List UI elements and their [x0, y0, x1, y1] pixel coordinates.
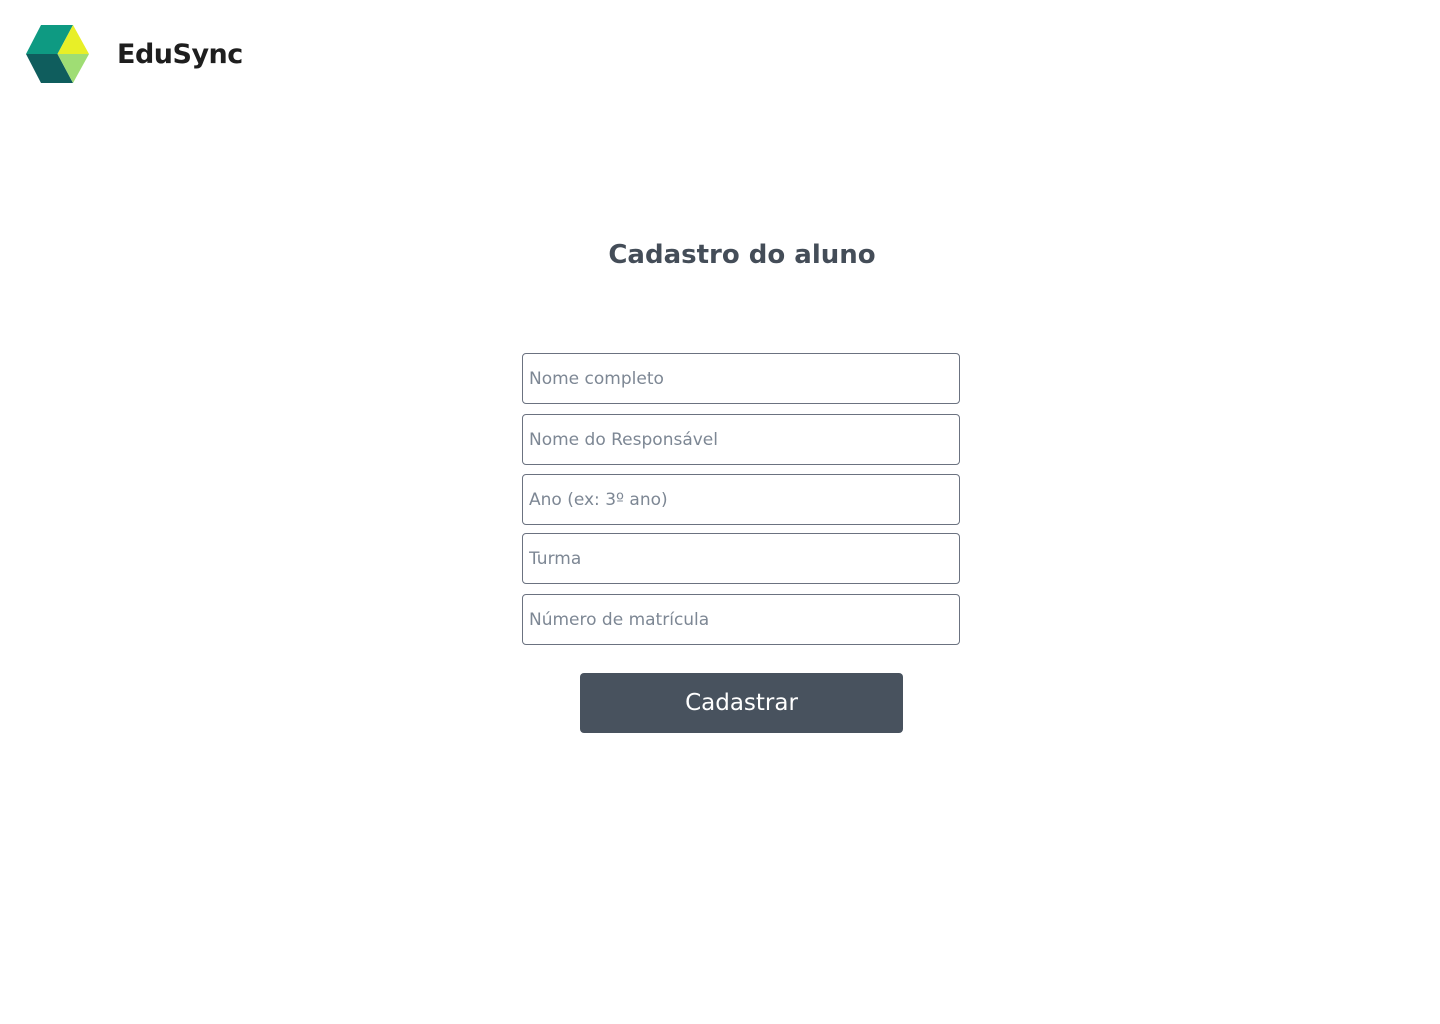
hexagon-cube-icon: [26, 25, 89, 83]
app-header: EduSync: [26, 25, 243, 83]
app-root: EduSync Cadastro do aluno Cadastrar: [0, 0, 1440, 1024]
class-input[interactable]: [522, 533, 960, 584]
school-year-input[interactable]: [522, 474, 960, 525]
register-button[interactable]: Cadastrar: [580, 673, 903, 733]
enrollment-number-input[interactable]: [522, 594, 960, 645]
page-title: Cadastro do aluno: [608, 240, 876, 270]
full-name-input[interactable]: [522, 353, 960, 404]
guardian-name-input[interactable]: [522, 414, 960, 465]
brand-name: EduSync: [117, 38, 243, 70]
